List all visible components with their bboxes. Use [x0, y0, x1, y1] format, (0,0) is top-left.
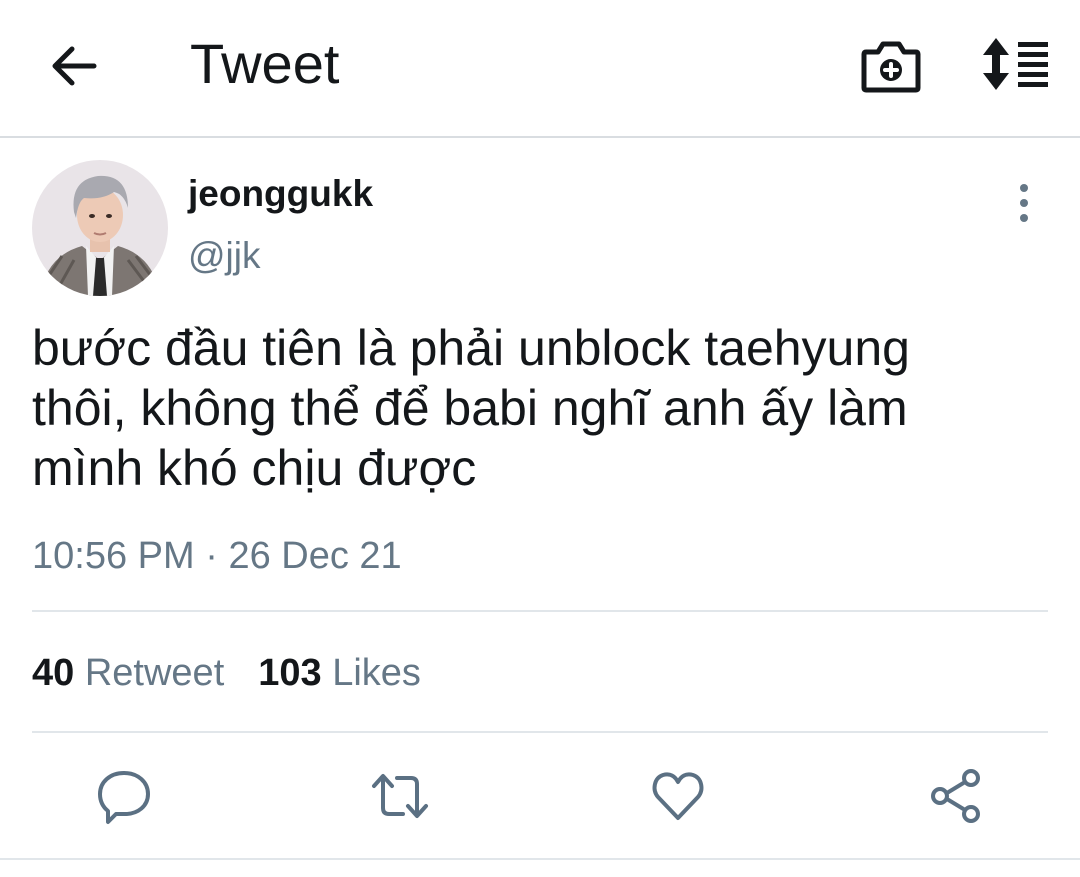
back-arrow-icon: [52, 46, 97, 86]
retweet-icon: [372, 774, 428, 818]
user-handle[interactable]: @jjk: [188, 234, 261, 278]
reply-button[interactable]: [94, 766, 154, 826]
more-options-button[interactable]: [1008, 182, 1040, 226]
sort-list-icon: [983, 38, 1048, 90]
timestamp-separator: ·: [194, 535, 229, 577]
likes-stat[interactable]: 103 Likes: [258, 652, 421, 694]
display-name[interactable]: jeonggukk: [188, 172, 373, 216]
reply-icon: [98, 771, 150, 824]
retweet-label: Retweet: [84, 652, 225, 694]
back-button[interactable]: [48, 40, 100, 92]
profile-photo: [32, 160, 168, 296]
top-app-bar: Tweet: [0, 0, 1080, 138]
retweet-stat[interactable]: 40 Retweet: [32, 652, 224, 694]
retweet-button[interactable]: [370, 766, 430, 826]
share-icon: [931, 769, 980, 823]
like-icon: [652, 772, 704, 820]
tweet-time: 10:56 PM: [32, 535, 195, 577]
share-button[interactable]: [926, 766, 986, 826]
sort-button[interactable]: [980, 36, 1052, 92]
tweet-text-line: mình khó chịu được: [32, 440, 477, 496]
tweet-text: bước đầu tiên là phải unblock taehyung t…: [32, 318, 1032, 498]
likes-label: Likes: [332, 652, 421, 694]
camera-plus-icon: [861, 41, 921, 93]
divider: [32, 731, 1048, 733]
likes-count: 103: [258, 652, 322, 694]
camera-button[interactable]: [860, 38, 922, 94]
tweet-text-line: bước đầu tiên là phải unblock taehyung: [32, 320, 910, 376]
retweet-count: 40: [32, 652, 75, 694]
avatar[interactable]: [32, 160, 168, 296]
divider: [0, 858, 1080, 860]
divider: [32, 610, 1048, 612]
tweet-stats: 40 Retweet 103 Likes: [32, 650, 421, 696]
tweet-date: 26 Dec 21: [228, 535, 402, 577]
tweet-text-line: thôi, không thể để babi nghĩ anh ấy làm: [32, 380, 908, 436]
page-title: Tweet: [190, 32, 340, 95]
more-vertical-icon: [1020, 184, 1028, 222]
tweet-timestamp[interactable]: 10:56 PM · 26 Dec 21: [32, 534, 402, 578]
like-button[interactable]: [648, 766, 708, 826]
